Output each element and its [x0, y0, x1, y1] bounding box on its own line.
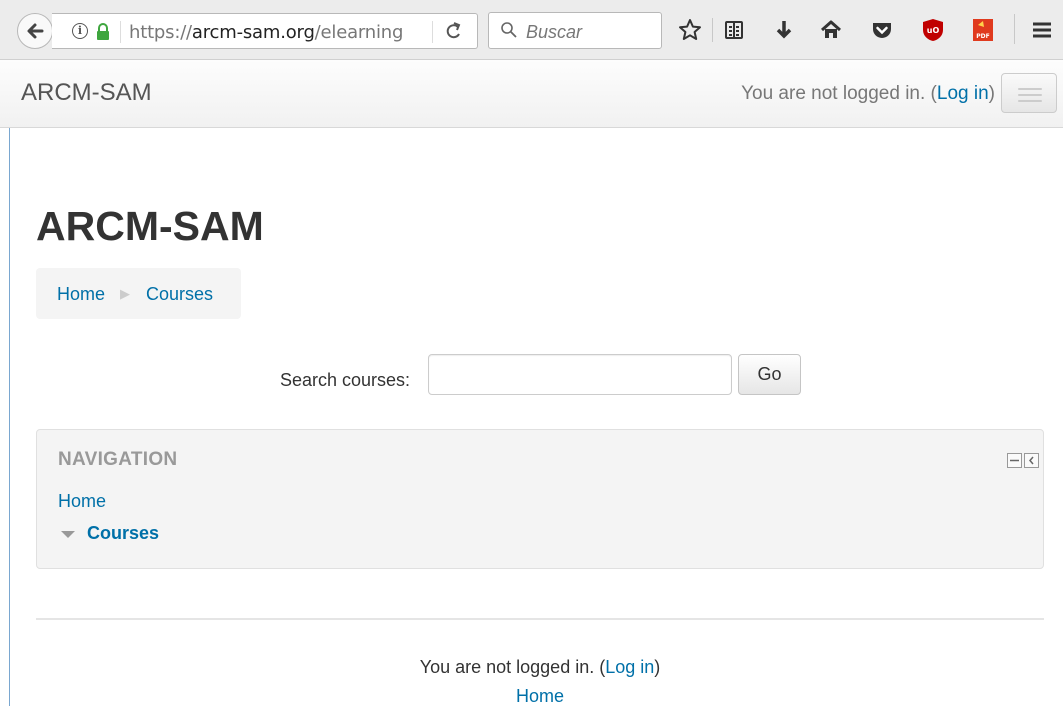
toolbar-separator: [1014, 14, 1015, 44]
dock-block-icon[interactable]: [1024, 453, 1039, 468]
back-button[interactable]: [17, 13, 53, 49]
browser-search-placeholder: Buscar: [526, 22, 583, 42]
minimize-block-icon[interactable]: [1007, 453, 1022, 468]
ublock-icon[interactable]: uO: [920, 16, 946, 44]
navigation-block: NAVIGATION Home Courses: [36, 429, 1044, 569]
footer-divider: [36, 618, 1044, 620]
window-edge: [9, 60, 10, 706]
reload-icon[interactable]: [444, 20, 462, 47]
login-status-text: You are not logged in.: [741, 83, 926, 104]
url-separator: [432, 21, 433, 43]
expand-triangle-icon[interactable]: [61, 531, 75, 538]
browser-menu-icon[interactable]: [1029, 16, 1055, 44]
search-icon: [501, 22, 517, 38]
footer-login-info: You are not logged in. (Log in): [419, 657, 661, 677]
footer-login-status: You are not logged in.: [419, 657, 595, 677]
breadcrumb: Home ▶ Courses: [36, 268, 241, 319]
hamburger-bar: [1018, 88, 1042, 90]
footer-login-link[interactable]: Log in: [605, 657, 654, 677]
navigation-block-title: NAVIGATION: [58, 449, 178, 470]
search-courses-label: Search courses:: [280, 370, 411, 390]
navigation-home-link[interactable]: Home: [58, 491, 106, 512]
home-icon[interactable]: [818, 16, 844, 44]
site-brand[interactable]: ARCM-SAM: [21, 79, 152, 107]
footer-home-link[interactable]: Home: [516, 686, 564, 706]
url-separator: [120, 21, 121, 43]
info-icon[interactable]: i: [72, 23, 88, 39]
url-domain: arcm-sam.org: [191, 22, 315, 43]
hamburger-bar: [1018, 94, 1042, 96]
navigation-courses-link[interactable]: Courses: [87, 523, 159, 544]
breadcrumb-home-link[interactable]: Home: [57, 284, 105, 305]
reader-list-icon[interactable]: [721, 16, 747, 44]
toolbar-separator: [712, 18, 713, 42]
page-title: ARCM-SAM: [36, 203, 264, 249]
lock-icon[interactable]: [95, 23, 111, 40]
footer-home: Home: [0, 686, 1063, 706]
menu-toggle-button[interactable]: [1001, 73, 1057, 113]
pocket-icon[interactable]: [869, 16, 895, 44]
url-text[interactable]: https://arcm-sam.org/elearning: [129, 22, 403, 43]
pdf-icon[interactable]: PDF: [970, 16, 996, 44]
download-icon[interactable]: [771, 16, 797, 44]
url-path: /elearning: [314, 22, 404, 43]
site-navbar: ARCM-SAM You are not logged in. (Log in): [0, 60, 1063, 128]
address-bar[interactable]: i https://arcm-sam.org/elearning: [52, 13, 478, 49]
url-prefix: https://: [129, 22, 192, 43]
pdf-label: PDF: [976, 33, 989, 40]
login-link[interactable]: Log in: [937, 83, 989, 104]
breadcrumb-courses-link[interactable]: Courses: [146, 284, 213, 305]
search-go-button[interactable]: Go: [738, 354, 801, 395]
browser-search-field[interactable]: Buscar: [488, 12, 662, 49]
ublock-label: uO: [927, 26, 940, 35]
bookmark-star-icon[interactable]: [677, 16, 703, 44]
hamburger-bar: [1018, 100, 1042, 102]
breadcrumb-separator-icon: ▶: [120, 286, 130, 301]
browser-toolbar: i https://arcm-sam.org/elearning Buscar …: [0, 0, 1063, 60]
search-courses-input[interactable]: [428, 354, 732, 395]
navbar-login-info: You are not logged in. (Log in): [741, 83, 995, 104]
back-arrow-icon: [27, 23, 44, 39]
